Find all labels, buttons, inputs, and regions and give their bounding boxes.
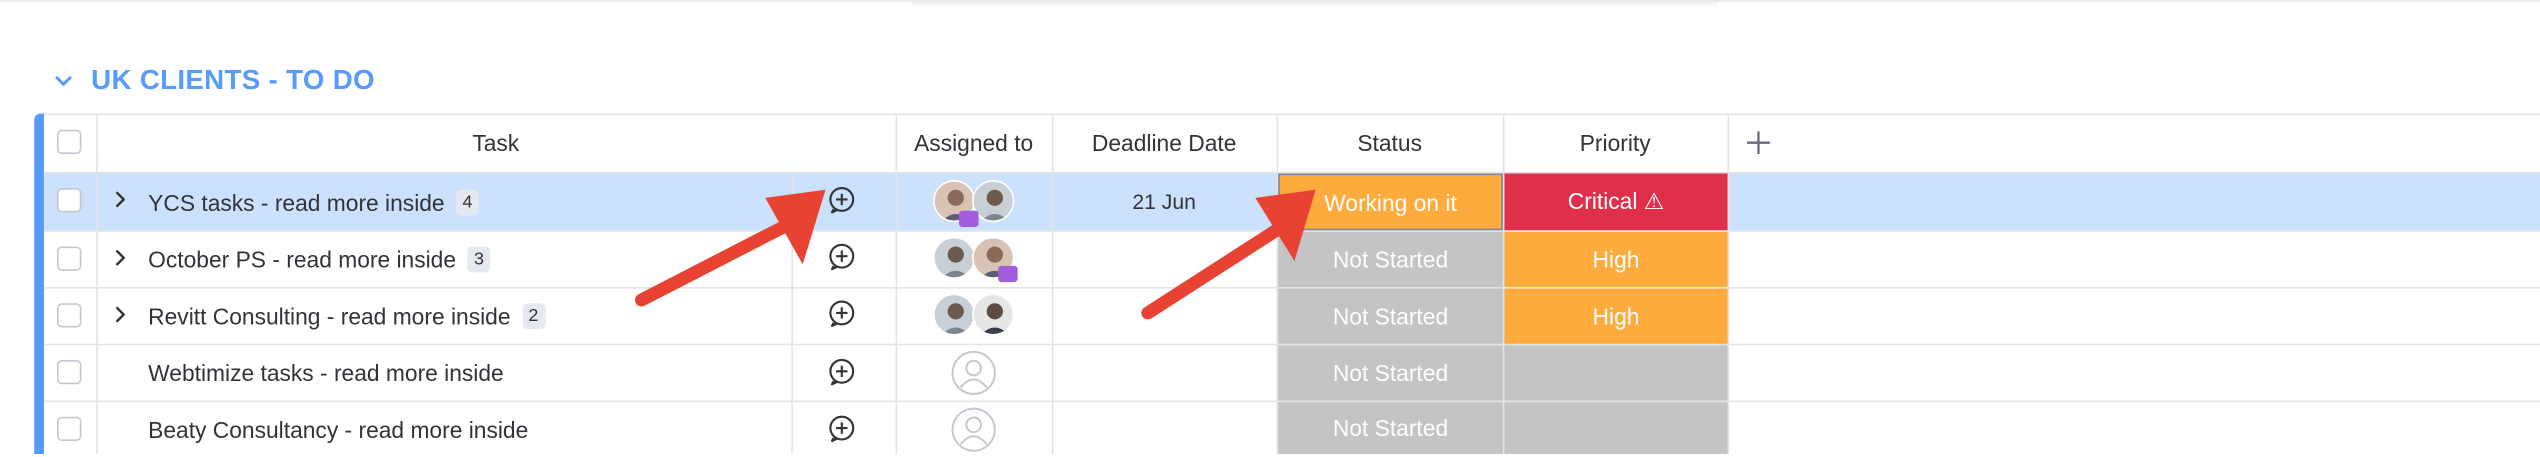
status-cell[interactable]: Not Started bbox=[1278, 345, 1503, 401]
priority-cell[interactable]: High bbox=[1504, 231, 1728, 287]
task-name[interactable]: Revitt Consulting - read more inside bbox=[148, 302, 510, 328]
row-checkbox[interactable] bbox=[56, 303, 82, 328]
group-color-bar bbox=[34, 113, 44, 455]
annotation-arrow-icon bbox=[1141, 189, 1316, 320]
row-checkbox[interactable] bbox=[56, 416, 82, 442]
guest-badge-icon bbox=[959, 210, 979, 228]
select-all-checkbox[interactable] bbox=[56, 129, 82, 155]
guest-badge-icon bbox=[998, 265, 1018, 283]
task-name[interactable]: YCS tasks - read more inside bbox=[148, 189, 444, 215]
avatar[interactable] bbox=[972, 293, 1015, 336]
priority-cell[interactable]: High bbox=[1504, 288, 1728, 344]
row-checkbox[interactable] bbox=[56, 359, 82, 385]
task-cell[interactable]: October PS - read more inside 3 bbox=[148, 230, 491, 287]
row-checkbox[interactable] bbox=[56, 188, 82, 213]
group-header[interactable]: UK CLIENTS - TO DO bbox=[52, 62, 375, 101]
avatar[interactable] bbox=[932, 293, 976, 336]
task-cell[interactable]: Webtimize tasks - read more inside bbox=[148, 344, 504, 401]
empty-person-icon[interactable] bbox=[951, 407, 997, 452]
group-title[interactable]: UK CLIENTS - TO DO bbox=[91, 65, 375, 97]
column-header-task[interactable]: Task bbox=[96, 114, 895, 172]
task-name[interactable]: October PS - read more inside bbox=[148, 246, 456, 272]
priority-cell[interactable] bbox=[1504, 402, 1728, 455]
priority-cell[interactable]: Critical ⚠ bbox=[1504, 173, 1728, 231]
avatar[interactable] bbox=[932, 236, 976, 279]
priority-cell[interactable] bbox=[1504, 345, 1728, 401]
task-cell[interactable]: YCS tasks - read more inside 4 bbox=[148, 173, 480, 230]
task-name[interactable]: Beaty Consultancy - read more inside bbox=[148, 416, 528, 442]
add-update-icon[interactable] bbox=[827, 413, 856, 443]
column-header-status[interactable]: Status bbox=[1277, 114, 1503, 172]
column-header-priority[interactable]: Priority bbox=[1503, 114, 1728, 172]
expand-chevron-icon[interactable] bbox=[111, 190, 131, 209]
annotation-arrow-icon bbox=[635, 189, 826, 307]
row-checkbox[interactable] bbox=[56, 246, 82, 271]
task-cell[interactable]: Revitt Consulting - read more inside 2 bbox=[148, 287, 545, 344]
column-header-assigned[interactable]: Assigned to bbox=[896, 114, 1052, 172]
expand-chevron-icon[interactable] bbox=[111, 248, 131, 267]
status-cell[interactable]: Not Started bbox=[1278, 402, 1503, 455]
subitems-count[interactable]: 4 bbox=[456, 188, 480, 215]
top-shadow bbox=[911, 0, 1718, 7]
task-name[interactable]: Webtimize tasks - read more inside bbox=[148, 359, 504, 385]
chevron-down-icon[interactable] bbox=[52, 70, 75, 93]
add-column-button[interactable] bbox=[1728, 114, 1790, 172]
plus-icon[interactable] bbox=[1745, 130, 1771, 156]
subitems-count[interactable]: 3 bbox=[467, 245, 491, 272]
add-update-icon[interactable] bbox=[827, 357, 856, 386]
column-header-deadline[interactable]: Deadline Date bbox=[1052, 114, 1277, 172]
task-cell[interactable]: Beaty Consultancy - read more inside bbox=[148, 400, 528, 457]
subitems-count[interactable]: 2 bbox=[521, 302, 545, 329]
expand-chevron-icon[interactable] bbox=[111, 305, 131, 324]
empty-person-icon[interactable] bbox=[951, 350, 997, 395]
